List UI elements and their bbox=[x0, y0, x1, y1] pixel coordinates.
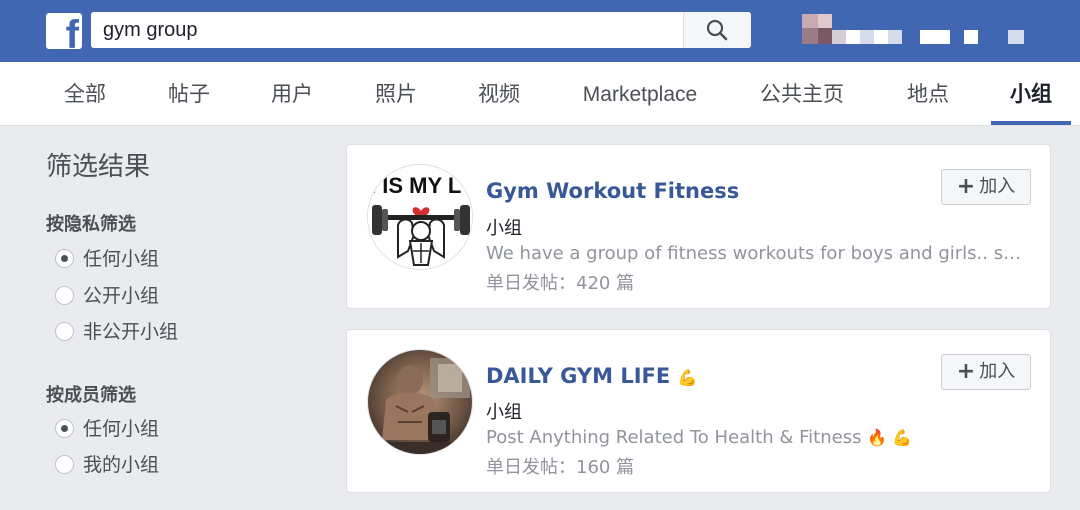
group-title-link[interactable]: Gym Workout Fitness bbox=[486, 179, 739, 203]
radio-label: 任何小组 bbox=[83, 248, 160, 270]
search-input[interactable] bbox=[91, 12, 683, 48]
tab-people[interactable]: 用户 bbox=[269, 62, 315, 126]
daily-posts-count: 单日发帖：420 篇 bbox=[486, 273, 635, 294]
radio-label: 非公开小组 bbox=[83, 321, 179, 343]
radio-label: 我的小组 bbox=[83, 454, 160, 476]
top-bar: f bbox=[0, 0, 1080, 62]
radio-button[interactable] bbox=[55, 322, 74, 341]
group-type: 小组 bbox=[486, 402, 522, 423]
privacy-filter-heading: 按隐私筛选 bbox=[46, 214, 136, 235]
group-result-card: DAILY GYM LIFE 💪 小组 Post Anything Relate… bbox=[346, 329, 1051, 493]
group-title-link[interactable]: DAILY GYM LIFE 💪 bbox=[486, 364, 697, 388]
barbell-logo-image: I IS MY L bbox=[368, 165, 472, 269]
search-type-tabs: 全部 帖子 用户 照片 视频 Marketplace 公共主页 地点 小组 bbox=[0, 62, 1080, 126]
radio-label: 公开小组 bbox=[83, 285, 160, 307]
join-label: 加入 bbox=[979, 176, 1016, 197]
radio-button[interactable] bbox=[55, 249, 74, 268]
radio-button[interactable] bbox=[55, 286, 74, 305]
group-description: Post Anything Related To Health & Fitnes… bbox=[486, 427, 1031, 448]
tab-pages[interactable]: 公共主页 bbox=[757, 62, 847, 126]
group-result-card: I IS MY L Gym Workout Fitness 小组 We have… bbox=[346, 144, 1051, 309]
join-group-button[interactable]: + 加入 bbox=[941, 169, 1031, 205]
plus-icon: + bbox=[956, 359, 976, 384]
daily-posts-count: 单日发帖：160 篇 bbox=[486, 457, 635, 478]
group-title-text: DAILY GYM LIFE bbox=[486, 364, 671, 388]
flexed-biceps-icon: 💪 bbox=[677, 368, 698, 387]
group-avatar[interactable]: I IS MY L bbox=[367, 164, 473, 270]
group-type: 小组 bbox=[486, 218, 522, 239]
active-tab-indicator bbox=[991, 121, 1071, 125]
search-button[interactable] bbox=[683, 12, 751, 48]
fire-and-biceps-icon: 🔥 💪 bbox=[867, 428, 913, 447]
tab-marketplace[interactable]: Marketplace bbox=[576, 62, 704, 126]
tab-videos[interactable]: 视频 bbox=[476, 62, 522, 126]
search-box bbox=[91, 12, 751, 48]
radio-button[interactable] bbox=[55, 455, 74, 474]
description-text: Post Anything Related To Health & Fitnes… bbox=[486, 427, 862, 448]
plus-icon: + bbox=[956, 174, 976, 199]
radio-label: 任何小组 bbox=[83, 418, 160, 440]
search-icon bbox=[706, 19, 728, 41]
facebook-logo-icon[interactable]: f bbox=[46, 13, 82, 49]
radio-button[interactable] bbox=[55, 419, 74, 438]
blurred-profile-area[interactable] bbox=[800, 10, 1050, 54]
avatar-text: I IS MY L bbox=[370, 173, 461, 198]
group-description: We have a group of fitness workouts for … bbox=[486, 243, 1031, 264]
member-filter-heading: 按成员筛选 bbox=[46, 385, 136, 406]
filter-results-title: 筛选结果 bbox=[46, 152, 151, 182]
tab-all[interactable]: 全部 bbox=[62, 62, 108, 126]
join-group-button[interactable]: + 加入 bbox=[941, 354, 1031, 390]
tab-places[interactable]: 地点 bbox=[905, 62, 951, 126]
tab-groups[interactable]: 小组 bbox=[1007, 62, 1055, 126]
group-avatar[interactable] bbox=[367, 349, 473, 455]
bodybuilder-photo-image bbox=[368, 350, 472, 454]
tab-posts[interactable]: 帖子 bbox=[166, 62, 212, 126]
logo-letter: f bbox=[65, 13, 79, 49]
tab-photos[interactable]: 照片 bbox=[373, 62, 419, 126]
join-label: 加入 bbox=[979, 361, 1016, 382]
